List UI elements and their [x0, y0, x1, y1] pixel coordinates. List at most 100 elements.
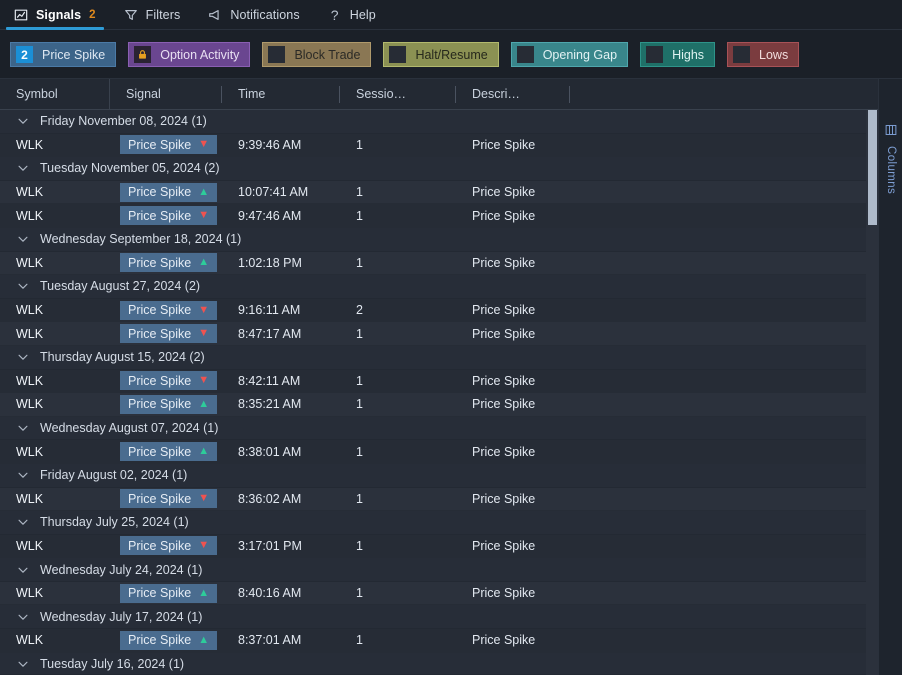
signal-badge: Price Spike ▼: [120, 206, 218, 226]
chevron-down-icon[interactable]: [16, 279, 30, 293]
cell-session: 1: [356, 491, 363, 506]
chevron-down-icon[interactable]: [16, 657, 30, 671]
arrow-down-icon: ▼: [198, 138, 210, 151]
column-header-label: Sessio…: [356, 87, 407, 101]
columns-icon: [885, 123, 897, 141]
chip-label: Opening Gap: [542, 47, 618, 62]
column-header-label: Descri…: [472, 87, 520, 101]
table-row[interactable]: WLK Price Spike ▲ 1:02:18 PM 1 Price Spike: [0, 251, 884, 276]
chip-checkbox[interactable]: [516, 46, 534, 63]
arrow-up-icon: ▲: [198, 586, 210, 599]
cell-session: 1: [356, 373, 363, 388]
group-header-row[interactable]: Friday August 02, 2024 (1): [0, 463, 884, 488]
chip-checkbox[interactable]: [733, 46, 751, 63]
question-mark-icon: ?: [330, 6, 339, 23]
cell-session: 1: [356, 538, 363, 553]
cell-signal: Price Spike ▼: [110, 204, 222, 228]
table-row[interactable]: WLK Price Spike ▼ 8:47:17 AM 1 Price Spike: [0, 322, 884, 346]
column-resize-handle[interactable]: [569, 85, 570, 103]
filter-chip-opening-gap[interactable]: Opening Gap: [510, 42, 629, 67]
chevron-down-icon[interactable]: [16, 232, 30, 246]
group-header-row[interactable]: Tuesday November 05, 2024 (2): [0, 157, 884, 181]
lock-icon[interactable]: [134, 46, 152, 63]
group-header-row[interactable]: Wednesday July 24, 2024 (1): [0, 558, 884, 582]
filter-chip-price-spike[interactable]: 2 Price Spike: [10, 42, 117, 67]
group-header-row[interactable]: Wednesday July 17, 2024 (1): [0, 605, 884, 630]
funnel-icon: [124, 8, 138, 22]
table-row[interactable]: WLK Price Spike ▼ 9:16:11 AM 2 Price Spike: [0, 298, 884, 323]
chevron-down-icon[interactable]: [16, 563, 30, 577]
column-header-label: Signal: [126, 87, 161, 101]
table-row[interactable]: WLK Price Spike ▼ 9:39:46 AM 1 Price Spike: [0, 133, 884, 158]
chip-checkbox[interactable]: [389, 46, 407, 63]
grid-vertical-scrollbar[interactable]: [866, 110, 878, 675]
nav-tab-signals[interactable]: Signals 2: [0, 0, 110, 30]
signal-badge: Price Spike ▲: [120, 182, 218, 202]
cell-symbol: WLK: [16, 397, 44, 412]
column-header-3[interactable]: Sessio…: [340, 79, 456, 110]
grid-scrollbar-thumb[interactable]: [868, 110, 877, 225]
chart-line-icon: [14, 8, 28, 22]
cell-symbol: WLK: [16, 633, 44, 648]
chevron-down-icon[interactable]: [16, 421, 30, 435]
signal-badge-label: Price Spike: [128, 538, 192, 553]
grid-body[interactable]: Friday November 08, 2024 (1) WLK Price Spi…: [0, 110, 884, 674]
active-tab-underline: [6, 27, 104, 30]
chevron-down-icon[interactable]: [16, 610, 30, 624]
chip-checkbox[interactable]: [268, 46, 286, 63]
cell-time: 10:07:41 AM: [238, 185, 309, 200]
group-header-row[interactable]: Wednesday August 07, 2024 (1): [0, 416, 884, 441]
table-row[interactable]: WLK Price Spike ▼ 9:47:46 AM 1 Price Spike: [0, 204, 884, 228]
table-row[interactable]: WLK Price Spike ▲ 10:07:41 AM 1 Price Spike: [0, 180, 884, 205]
signal-badge-label: Price Spike: [128, 373, 192, 388]
table-row[interactable]: WLK Price Spike ▼ 3:17:01 PM 1 Price Spike: [0, 534, 884, 559]
cell-time: 9:39:46 AM: [238, 137, 302, 152]
column-header-4[interactable]: Descri…: [456, 79, 570, 110]
table-row[interactable]: WLK Price Spike ▲ 8:35:21 AM 1 Price Spike: [0, 393, 884, 417]
group-header-row[interactable]: Thursday July 25, 2024 (1): [0, 511, 884, 535]
group-header-row[interactable]: Thursday August 15, 2024 (2): [0, 345, 884, 370]
megaphone-icon: [208, 8, 222, 22]
group-header-row[interactable]: Tuesday July 16, 2024 (1): [0, 652, 884, 674]
table-row[interactable]: WLK Price Spike ▲ 8:40:16 AM 1 Price Spike: [0, 581, 884, 606]
chip-label: Price Spike: [42, 47, 106, 62]
nav-tab-help[interactable]: ? Help: [314, 0, 390, 30]
arrow-up-icon: ▲: [198, 185, 210, 198]
cell-description: Price Spike: [472, 538, 536, 553]
chevron-down-icon[interactable]: [16, 515, 30, 529]
cell-session: 1: [356, 255, 363, 270]
filter-chip-lows[interactable]: Lows: [727, 42, 800, 67]
chevron-down-icon[interactable]: [16, 114, 30, 128]
column-header-1[interactable]: Signal: [110, 79, 222, 110]
filter-chip-block-trade[interactable]: Block Trade: [262, 42, 372, 67]
filter-chip-halt-resume[interactable]: Halt/Resume: [383, 42, 499, 67]
column-header-0[interactable]: Symbol: [0, 79, 110, 110]
group-header-row[interactable]: Friday November 08, 2024 (1): [0, 110, 884, 134]
table-row[interactable]: WLK Price Spike ▲ 8:37:01 AM 1 Price Spike: [0, 629, 884, 653]
signal-badge-label: Price Spike: [128, 303, 192, 318]
group-header-row[interactable]: Wednesday September 18, 2024 (1): [0, 227, 884, 252]
chevron-down-icon[interactable]: [16, 350, 30, 364]
chevron-down-icon[interactable]: [16, 468, 30, 482]
cell-description: Price Spike: [472, 633, 536, 648]
chip-checkbox[interactable]: [646, 46, 664, 63]
signal-badge-label: Price Spike: [128, 586, 192, 601]
group-header-row[interactable]: Tuesday August 27, 2024 (2): [0, 275, 884, 299]
arrow-down-icon: ▼: [198, 492, 210, 505]
cell-description: Price Spike: [472, 303, 536, 318]
table-row[interactable]: WLK Price Spike ▼ 8:36:02 AM 1 Price Spike: [0, 487, 884, 512]
nav-tab-filters[interactable]: Filters: [110, 0, 195, 30]
nav-tab-notifications[interactable]: Notifications: [194, 0, 313, 30]
cell-session: 1: [356, 397, 363, 412]
table-row[interactable]: WLK Price Spike ▲ 8:38:01 AM 1 Price Spike: [0, 440, 884, 464]
filter-chip-option-activity[interactable]: Option Activity: [128, 42, 251, 67]
columns-panel-tab[interactable]: Columns: [879, 119, 902, 194]
column-header-2[interactable]: Time: [222, 79, 340, 110]
filter-chip-highs[interactable]: Highs: [640, 42, 716, 67]
signal-badge-label: Price Spike: [128, 137, 192, 152]
cell-signal: Price Spike ▼: [110, 133, 222, 157]
chip-label: Halt/Resume: [415, 47, 488, 62]
chevron-down-icon[interactable]: [16, 161, 30, 175]
table-row[interactable]: WLK Price Spike ▼ 8:42:11 AM 1 Price Spike: [0, 369, 884, 394]
group-header-label: Wednesday August 07, 2024 (1): [40, 421, 219, 436]
